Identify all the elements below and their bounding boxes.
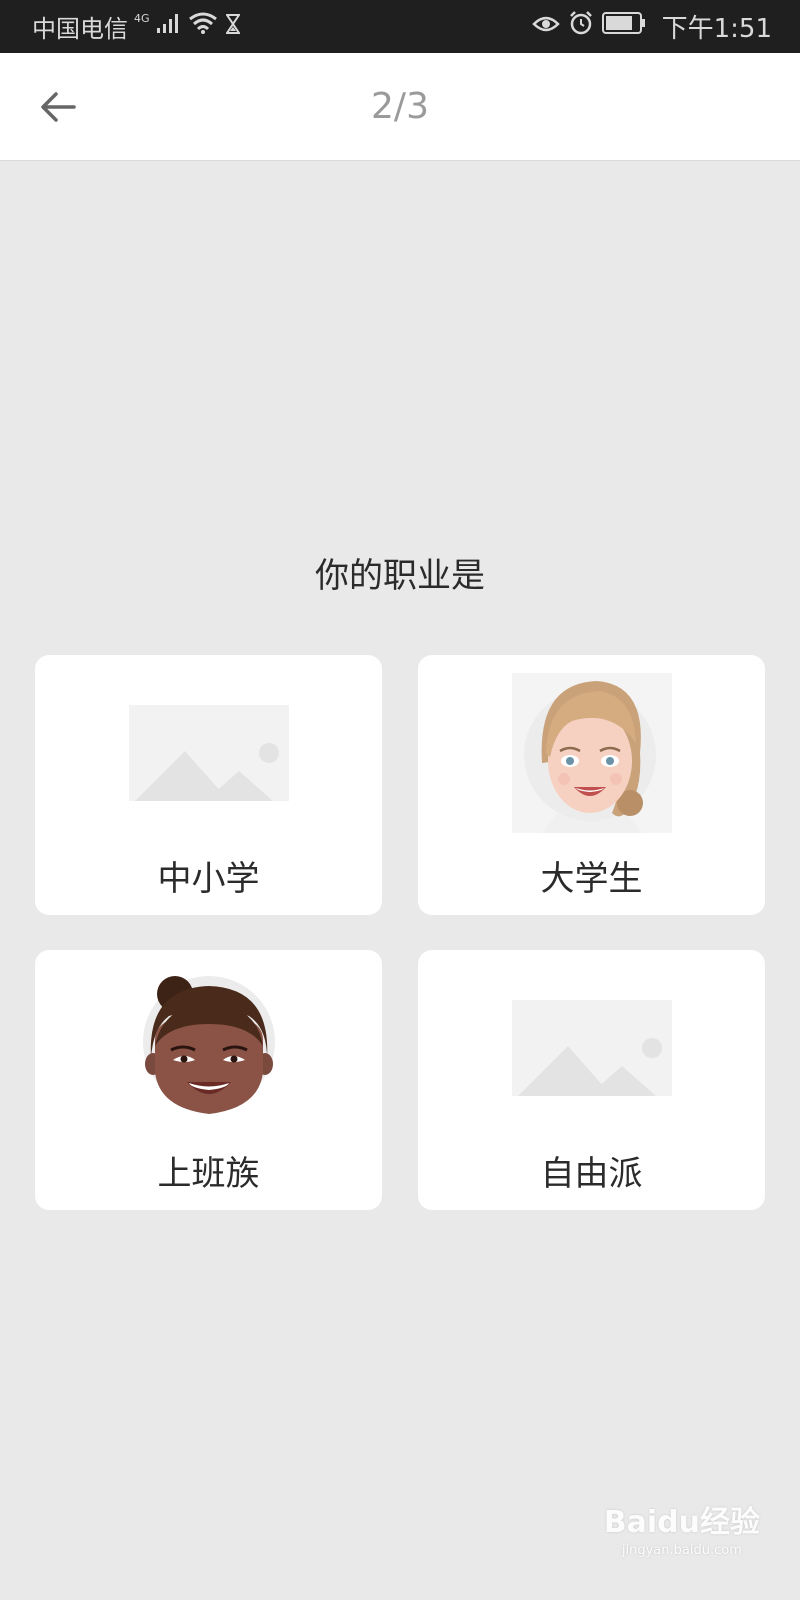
watermark-logo: Baidu经验 <box>603 1505 760 1540</box>
option-card-office-worker[interactable]: 上班族 <box>35 950 382 1210</box>
watermark-url: jingyan.baidu.com <box>621 1543 742 1558</box>
option-card-college-student[interactable]: 大学生 <box>418 655 765 915</box>
eye-icon <box>531 12 560 40</box>
watermark: Baidu经验 jingyan.baidu.com <box>604 1497 760 1558</box>
female-avatar-bun-icon <box>142 976 275 1114</box>
signal-icon <box>156 12 180 40</box>
image-placeholder-icon <box>128 705 289 801</box>
alarm-icon <box>568 10 594 42</box>
option-card-freelancer[interactable]: 自由派 <box>418 950 765 1210</box>
status-bar: 中国电信 4G 下午1:51 <box>0 0 800 53</box>
carrier-name: 中国电信 <box>32 14 128 43</box>
arrow-left-icon <box>41 92 76 122</box>
network-type: 4G <box>134 11 150 25</box>
hourglass-icon <box>224 12 241 40</box>
option-card-primary-school[interactable]: 中小学 <box>35 655 382 915</box>
back-button[interactable] <box>28 81 88 133</box>
status-left: 中国电信 4G <box>32 10 244 43</box>
option-label: 自由派 <box>540 1154 643 1194</box>
option-label: 大学生 <box>540 859 643 899</box>
status-time: 下午1:51 <box>661 13 772 44</box>
status-right: 下午1:51 <box>528 10 772 44</box>
page-indicator: 2/3 <box>371 86 429 127</box>
wifi-icon <box>188 11 218 41</box>
female-avatar-blonde-icon <box>511 673 672 833</box>
battery-icon <box>601 12 646 40</box>
image-placeholder-icon <box>511 1000 672 1096</box>
option-label: 中小学 <box>157 859 260 899</box>
header: 2/3 <box>0 53 800 161</box>
question-title: 你的职业是 <box>315 556 485 596</box>
option-label: 上班族 <box>157 1154 260 1194</box>
